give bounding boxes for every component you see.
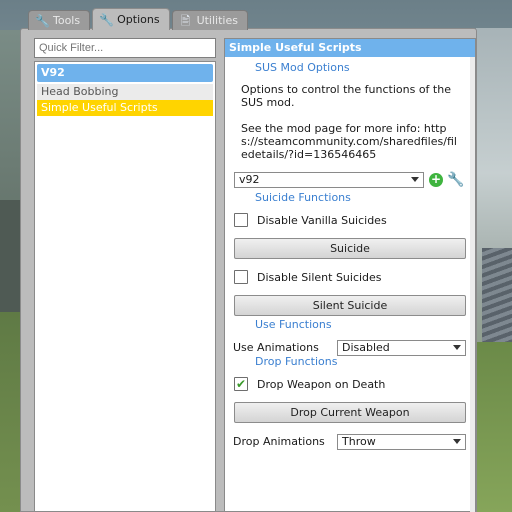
utilities-icon: 🖹 (180, 13, 191, 28)
wrench-icon[interactable]: 🔧 (447, 172, 464, 188)
background-grass (476, 342, 512, 512)
suicide-functions-header: Suicide Functions (255, 191, 351, 204)
drop-animations-label: Drop Animations (233, 435, 325, 448)
drop-on-death-label: Drop Weapon on Death (257, 378, 386, 391)
wrench-icon: 🔧 (35, 13, 50, 28)
wrench-icon: 🔧 (99, 12, 115, 27)
use-animations-label: Use Animations (233, 341, 319, 354)
tab-options[interactable]: 🔧 Options (92, 8, 170, 30)
chevron-down-icon (453, 439, 461, 444)
preset-dropdown[interactable]: v92 (234, 172, 424, 188)
options-tree: V92 Head Bobbing Simple Useful Scripts (34, 61, 216, 512)
disable-vanilla-label: Disable Vanilla Suicides (257, 214, 387, 227)
tree-item-head-bobbing[interactable]: Head Bobbing (37, 84, 213, 100)
drop-on-death-checkbox[interactable]: ✔ (234, 377, 248, 391)
mod-page-text: See the mod page for more info: https://… (241, 122, 457, 161)
disable-silent-label: Disable Silent Suicides (257, 271, 382, 284)
tree-category-v92[interactable]: V92 (37, 64, 213, 82)
chevron-down-icon (411, 177, 419, 182)
drop-functions-header: Drop Functions (255, 355, 338, 368)
use-animations-value: Disabled (342, 341, 390, 354)
description-text: Options to control the functions of the … (241, 83, 451, 109)
panel-title: Simple Useful Scripts (225, 39, 475, 57)
disable-silent-checkbox[interactable] (234, 270, 248, 284)
section-title: SUS Mod Options (255, 61, 350, 74)
use-functions-header: Use Functions (255, 318, 332, 331)
quick-filter-input[interactable] (34, 38, 216, 58)
tab-label: Options (117, 13, 160, 26)
tab-bar: 🔧 Tools 🔧 Options 🖹 Utilities (28, 8, 248, 30)
chevron-down-icon (453, 345, 461, 350)
drop-current-weapon-button[interactable]: Drop Current Weapon (234, 402, 466, 423)
drop-animations-dropdown[interactable]: Throw (337, 434, 466, 450)
tab-tools[interactable]: 🔧 Tools (28, 10, 91, 30)
tab-utilities[interactable]: 🖹 Utilities (171, 10, 248, 30)
suicide-button[interactable]: Suicide (234, 238, 466, 259)
drop-animations-value: Throw (342, 435, 376, 448)
preset-value: v92 (239, 173, 260, 186)
panel-scrollbar[interactable] (470, 57, 475, 512)
background-right-scene (476, 28, 512, 512)
use-animations-dropdown[interactable]: Disabled (337, 340, 466, 356)
tree-item-simple-useful-scripts[interactable]: Simple Useful Scripts (37, 100, 213, 116)
tab-label: Tools (53, 14, 81, 27)
disable-vanilla-checkbox[interactable] (234, 213, 248, 227)
tab-label: Utilities (196, 14, 238, 27)
silent-suicide-button[interactable]: Silent Suicide (234, 295, 466, 316)
add-preset-icon[interactable]: + (429, 173, 443, 187)
